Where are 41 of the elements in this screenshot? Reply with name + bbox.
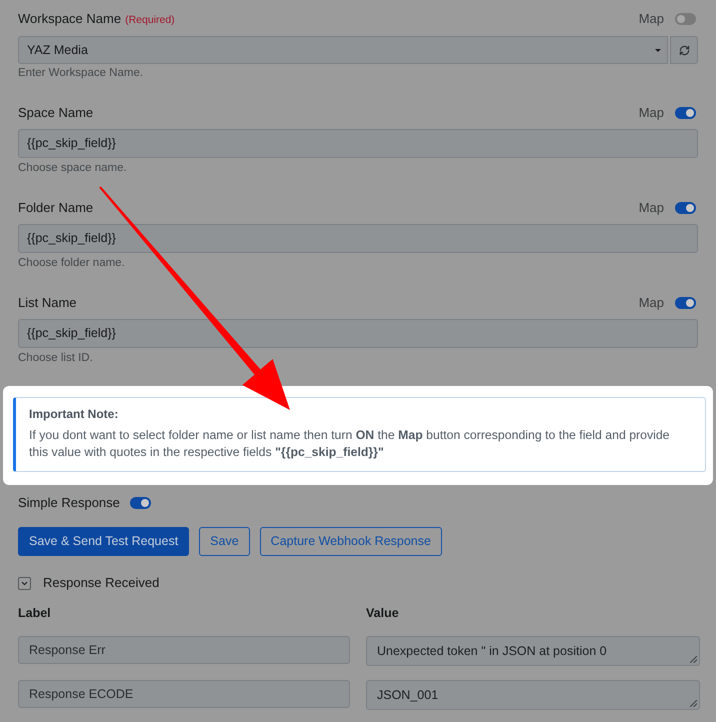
map-toggle[interactable] xyxy=(675,202,696,214)
refresh-button[interactable] xyxy=(670,36,698,64)
resize-grip-icon[interactable] xyxy=(690,656,697,663)
required-label: (Required) xyxy=(125,13,175,28)
field-hint: Enter Workspace Name. xyxy=(18,66,144,80)
expand-checkbox[interactable] xyxy=(18,576,31,590)
outline-button[interactable]: Capture Webhook Response xyxy=(260,527,442,556)
response-received-label: Response Received xyxy=(43,574,160,592)
caret-icon xyxy=(655,48,661,52)
workspace-select[interactable]: YAZ Media xyxy=(18,36,668,64)
text-field[interactable]: {{pc_skip_field}} xyxy=(18,129,698,158)
field-label: Folder Name xyxy=(18,199,94,218)
map-toggle[interactable] xyxy=(675,13,696,25)
label-field[interactable]: Response ECODE xyxy=(18,680,350,708)
resize-grip-icon[interactable] xyxy=(690,700,697,707)
simple-response-label: Simple Response xyxy=(18,494,120,512)
note-text: If you dont want to select folder name or list name then turn ON the Map button corresponding to the field and provide this value with quotes in the respective fields "{{pc_skip_field}}" xyxy=(29,427,671,461)
column-header: Value xyxy=(366,605,400,622)
field-hint: Choose folder name. xyxy=(18,256,126,270)
map-label: Map xyxy=(638,294,664,312)
map-label: Map xyxy=(638,10,664,28)
value-textarea[interactable]: Unexpected token " in JSON at position 0 xyxy=(366,636,700,666)
map-toggle[interactable] xyxy=(675,107,696,119)
map-label: Map xyxy=(638,199,664,218)
field-label: List Name xyxy=(18,294,77,312)
map-toggle[interactable] xyxy=(675,297,696,309)
text-field[interactable]: {{pc_skip_field}} xyxy=(18,319,698,348)
field-label: Workspace Name xyxy=(18,10,122,28)
refresh-icon xyxy=(678,44,690,56)
column-header: Label xyxy=(18,605,52,622)
field-hint: Choose list ID. xyxy=(18,351,94,365)
outline-button[interactable]: Save xyxy=(199,527,250,556)
note-title: Important Note: xyxy=(29,406,120,422)
simple-response-toggle[interactable] xyxy=(130,497,151,509)
text-field[interactable]: {{pc_skip_field}} xyxy=(18,224,698,253)
label-field[interactable]: Response Err xyxy=(18,636,350,664)
field-hint: Choose space name. xyxy=(18,161,128,175)
field-label: Space Name xyxy=(18,104,94,122)
send-test-button[interactable]: Save & Send Test Request xyxy=(18,527,190,556)
map-label: Map xyxy=(638,104,664,122)
value-textarea[interactable]: JSON_001 xyxy=(366,680,700,710)
